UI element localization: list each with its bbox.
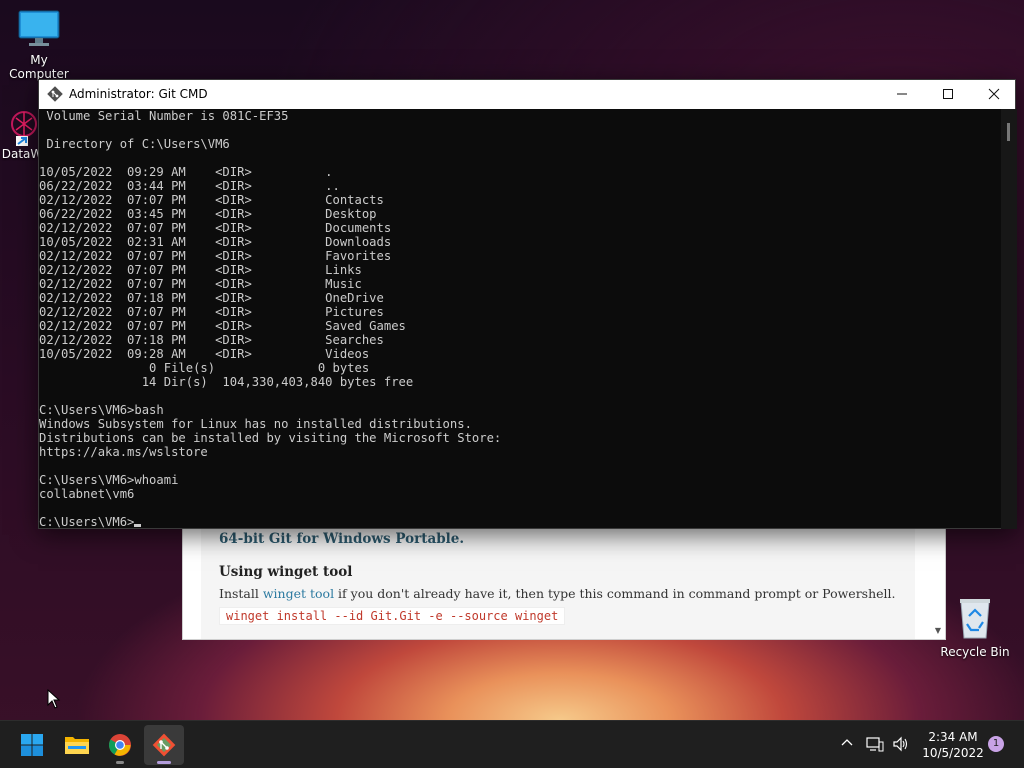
taskbar-clock[interactable]: 2:34 AM 10/5/2022 — [918, 729, 988, 761]
network-icon[interactable] — [866, 736, 884, 756]
start-button[interactable] — [12, 725, 52, 765]
paragraph-prefix: Install — [219, 586, 263, 601]
terminal-line: C:\Users\VM6>bash — [39, 403, 164, 417]
winget-tool-link[interactable]: winget tool — [263, 586, 334, 601]
terminal-line: 02/12/2022 07:07 PM <DIR> Documents — [39, 221, 392, 235]
taskbar-file-explorer[interactable] — [56, 725, 96, 765]
terminal-line: 02/12/2022 07:07 PM <DIR> Saved Games — [39, 319, 406, 333]
desktop-icon-recycle-bin[interactable]: Recycle Bin — [940, 596, 1010, 659]
terminal-line: collabnet\vm6 — [39, 487, 135, 501]
winget-section-heading: Using winget tool — [219, 564, 353, 580]
terminal-line: 0 File(s) 0 bytes — [39, 361, 370, 375]
clock-time: 2:34 AM — [928, 730, 978, 744]
desktop-icon-my-computer[interactable]: My Computer — [0, 8, 78, 81]
terminal-line: https://aka.ms/wslstore — [39, 445, 208, 459]
window-titlebar[interactable]: Administrator: Git CMD — [39, 80, 1015, 109]
scroll-down-arrow-icon[interactable]: ▼ — [935, 626, 941, 635]
desktop-icon-label: My Computer — [9, 53, 69, 81]
minimize-button[interactable] — [879, 80, 925, 109]
scrollbar-thumb[interactable] — [1007, 123, 1010, 141]
git-icon — [47, 86, 63, 102]
running-indicator — [116, 761, 124, 764]
chrome-icon — [109, 734, 131, 756]
winget-command-code: winget install --id Git.Git -e --source … — [219, 607, 566, 625]
terminal-line: 06/22/2022 03:44 PM <DIR> .. — [39, 179, 340, 193]
monitor-icon — [18, 10, 60, 46]
desktop-icon-label: Recycle Bin — [940, 645, 1010, 659]
paragraph-suffix: if you don't already have it, then type … — [334, 586, 896, 601]
terminal-line: Distributions can be installed by visiti… — [39, 431, 502, 445]
datawrangler-shortcut-icon — [11, 111, 37, 146]
winget-paragraph: Install winget tool if you don't already… — [219, 586, 896, 601]
text-cursor — [134, 524, 142, 527]
terminal-line: 02/12/2022 07:07 PM <DIR> Pictures — [39, 305, 384, 319]
terminal-line: Windows Subsystem for Linux has no insta… — [39, 417, 472, 431]
terminal-prompt-line[interactable]: C:\Users\VM6> — [39, 515, 1001, 529]
active-indicator — [157, 761, 171, 764]
taskbar-git-cmd[interactable] — [144, 725, 184, 765]
maximize-icon — [943, 89, 953, 99]
close-button[interactable] — [971, 80, 1017, 109]
volume-icon[interactable] — [892, 736, 910, 756]
minimize-icon — [897, 93, 907, 95]
page-left-margin — [183, 529, 201, 639]
browser-page-fragment: 64-bit Git for Windows Portable. Using w… — [182, 528, 946, 640]
page-right-margin — [915, 529, 945, 639]
terminal-line: 10/05/2022 02:31 AM <DIR> Downloads — [39, 235, 392, 249]
terminal-output[interactable]: Volume Serial Number is 081C-EF35 Direct… — [39, 109, 1001, 529]
taskbar: 2:34 AM 10/5/2022 1 — [0, 720, 1024, 768]
terminal-line: 06/22/2022 03:45 PM <DIR> Desktop — [39, 207, 377, 221]
recycle-bin-icon — [960, 599, 990, 639]
terminal-prompt: C:\Users\VM6> — [39, 515, 135, 529]
terminal-line: 02/12/2022 07:07 PM <DIR> Contacts — [39, 193, 384, 207]
terminal-line: 14 Dir(s) 104,330,403,840 bytes free — [39, 375, 414, 389]
show-hidden-icons-chevron-up-icon[interactable] — [840, 736, 854, 754]
terminal-line: 02/12/2022 07:18 PM <DIR> Searches — [39, 333, 384, 347]
terminal-line: Directory of C:\Users\VM6 — [39, 137, 230, 151]
close-icon — [988, 88, 1000, 100]
window-title: Administrator: Git CMD — [69, 87, 208, 101]
mouse-pointer-icon — [47, 689, 61, 709]
git-cmd-window[interactable]: Administrator: Git CMD Volume Serial Num… — [38, 79, 1017, 529]
terminal-line: 02/12/2022 07:07 PM <DIR> Links — [39, 263, 362, 277]
terminal-line: C:\Users\VM6>whoami — [39, 473, 179, 487]
maximize-button[interactable] — [925, 80, 971, 109]
windows-logo-icon — [21, 734, 43, 756]
portable-download-link[interactable]: 64-bit Git for Windows Portable. — [219, 531, 464, 547]
terminal-line: 02/12/2022 07:07 PM <DIR> Favorites — [39, 249, 392, 263]
notification-badge[interactable]: 1 — [988, 736, 1004, 752]
terminal-line: 10/05/2022 09:29 AM <DIR> . — [39, 165, 333, 179]
terminal-line: 10/05/2022 09:28 AM <DIR> Videos — [39, 347, 370, 361]
terminal-scrollbar[interactable] — [1001, 109, 1017, 529]
terminal-line: Volume Serial Number is 081C-EF35 — [39, 109, 289, 123]
folder-icon — [65, 737, 89, 754]
terminal-line: 02/12/2022 07:07 PM <DIR> Music — [39, 277, 362, 291]
git-icon — [152, 733, 176, 757]
taskbar-chrome[interactable] — [100, 725, 140, 765]
clock-date: 10/5/2022 — [922, 746, 984, 760]
terminal-line: 02/12/2022 07:18 PM <DIR> OneDrive — [39, 291, 384, 305]
